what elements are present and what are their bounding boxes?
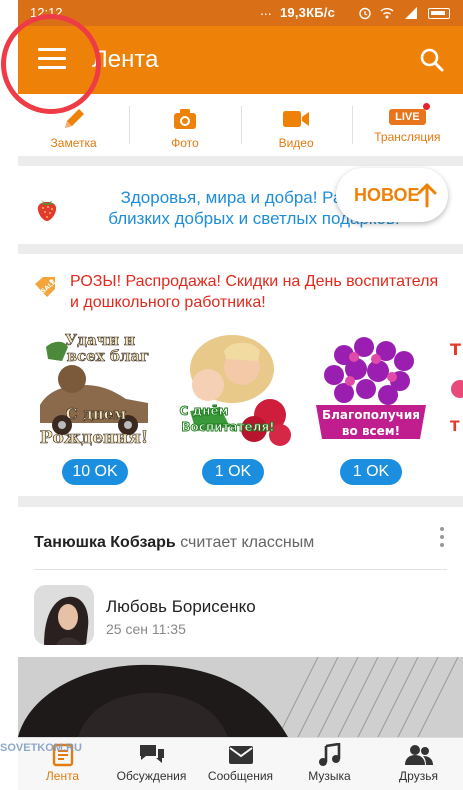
discussions-icon <box>139 745 164 763</box>
action-live-label: Трансляция <box>374 130 441 144</box>
gift-wellbeing-flowers-image[interactable]: Благополучия во всем! <box>308 327 434 452</box>
promo-headline: РОЗЫ! Распродажа! Скидки на День воспита… <box>70 273 439 311</box>
action-live[interactable]: LIVE Трансляция <box>351 94 463 156</box>
battery-icon <box>428 8 450 19</box>
action-photo-label: Фото <box>171 136 199 150</box>
gift-birthday-car-image[interactable]: Удачи и всех благ С днем Рождения! <box>32 327 158 452</box>
nav-music-label: Музыка <box>308 769 351 783</box>
post-author-name[interactable]: Любовь Борисенко <box>106 597 256 617</box>
quick-actions-bar: Заметка Фото Видео LIVE Трансляция <box>18 94 463 156</box>
watermark-text: SOVETKOM.RU <box>0 742 82 754</box>
live-badge-text: LIVE <box>395 111 420 123</box>
phone-screen: 12:12 ... 19,3КБ/с Лента Заметка Фото Ви… <box>18 0 463 790</box>
status-bar: 12:12 ... 19,3КБ/с <box>18 0 463 26</box>
gift-2-caption-line-1: С днём <box>180 404 229 418</box>
activity-action: считает классным <box>180 534 315 551</box>
nav-discussions-label: Обсуждения <box>116 769 187 783</box>
avatar[interactable] <box>34 585 94 645</box>
music-icon <box>318 743 340 766</box>
network-speed: 19,3КБ/с <box>280 5 336 20</box>
friends-icon <box>404 745 433 765</box>
messages-icon <box>228 746 253 764</box>
video-camera-icon <box>283 111 310 127</box>
activity-actor[interactable]: Танюшка Кобзарь <box>34 534 176 551</box>
svg-text:Т: Т <box>450 340 461 359</box>
nav-friends[interactable]: Друзья <box>374 738 463 790</box>
gift-2-caption-line-2: Воспитателя! <box>181 420 274 434</box>
gift-1-caption-line-2: всех благ <box>67 347 150 365</box>
gift-2-price-button[interactable]: 1 OK <box>202 459 264 485</box>
gift-3-caption-line-1: Благополучия <box>322 408 420 422</box>
bottom-navigation: Лента Обсуждения Сообщения Музыка Друзья <box>18 737 463 790</box>
gift-promo-card: SALE РОЗЫ! Распродажа! Скидки на День во… <box>18 254 463 496</box>
annotation-highlight-circle <box>1 14 101 114</box>
gift-1-caption-line-4: Рождения! <box>40 428 149 448</box>
nav-music[interactable]: Музыка <box>285 738 374 790</box>
nav-messages[interactable]: Сообщения <box>196 738 285 790</box>
gift-teacher-day-image[interactable]: С днём Воспитателя! <box>170 327 296 452</box>
alarm-icon <box>359 7 371 20</box>
gift-partial-image[interactable]: Т Т <box>446 327 463 452</box>
sale-tag-icon: SALE <box>35 277 57 297</box>
nav-friends-label: Друзья <box>399 769 438 783</box>
wifi-icon <box>380 8 394 19</box>
activity-header: Танюшка Кобзарь считает классным <box>34 534 314 552</box>
more-options-icon[interactable] <box>439 527 445 551</box>
post-photo[interactable] <box>18 657 463 737</box>
camera-icon <box>173 109 196 129</box>
search-icon[interactable] <box>418 46 446 74</box>
nav-feed-label: Лента <box>45 769 80 783</box>
gift-1-price-button[interactable]: 10 OK <box>62 459 128 485</box>
live-icon: LIVE <box>389 103 430 125</box>
action-photo[interactable]: Фото <box>129 94 240 156</box>
live-indicator-dot <box>422 103 430 110</box>
gift-1-caption-line-3: С днем <box>66 405 127 423</box>
nav-discussions[interactable]: Обсуждения <box>107 738 196 790</box>
action-video[interactable]: Видео <box>240 94 352 156</box>
post-date: 25 сен 11:35 <box>106 621 186 637</box>
strawberry-icon <box>37 200 57 221</box>
feed-activity-card: Танюшка Кобзарь считает классным Любовь … <box>18 507 463 657</box>
gift-3-price-button[interactable]: 1 OK <box>340 459 402 485</box>
nav-messages-label: Сообщения <box>207 769 274 783</box>
arrow-up-icon <box>417 183 437 208</box>
activity-divider <box>34 569 447 570</box>
gift-3-caption-line-2: во всем! <box>342 424 400 438</box>
page-title: Лента <box>92 46 159 73</box>
new-posts-label: НОВОЕ <box>354 185 420 205</box>
new-posts-button[interactable]: НОВОЕ <box>336 168 448 222</box>
action-note-label: Заметка <box>50 136 97 150</box>
screenshot-frame: 12:12 ... 19,3КБ/с Лента Заметка Фото Ви… <box>0 0 463 790</box>
svg-text:Т: Т <box>450 419 460 435</box>
status-more-indicator: ... <box>260 2 272 18</box>
action-video-label: Видео <box>278 136 314 150</box>
signal-icon <box>405 7 417 19</box>
